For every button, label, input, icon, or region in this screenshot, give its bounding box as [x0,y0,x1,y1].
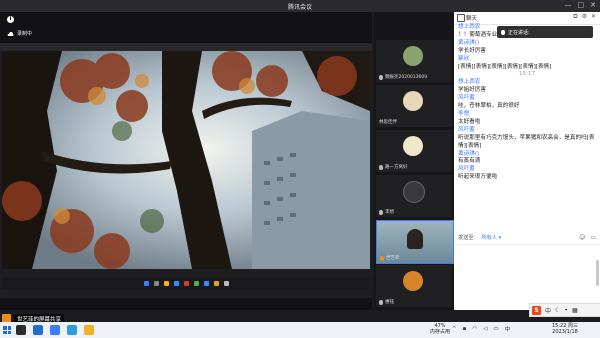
mic-muted-icon [379,74,383,80]
app-icon [203,280,209,286]
emoji-icon[interactable]: ☺ [579,234,585,241]
tray-app-icon[interactable]: ▪ [463,326,467,332]
recording-label: 录制中 [17,31,33,37]
avatar [403,91,423,111]
ime-mode[interactable]: 中 [545,306,551,315]
chevron-up-icon[interactable]: ^ [452,326,457,332]
mic-muted-icon [379,299,383,305]
start-button[interactable] [3,326,11,334]
cloud-record-icon [7,31,14,36]
app-icon [183,280,189,286]
mic-muted-icon [379,209,383,215]
mic-muted-icon [379,164,383,170]
message-text: 听起来很万便啦 [458,174,498,181]
date: 2023/1/18 [552,329,578,335]
message-sender: 黄诗琪() [458,39,480,46]
participant-tile[interactable]: 路一方窝好 [376,130,452,172]
battery-icon[interactable]: ▭ [493,326,498,332]
participant-name: 林思佳伴 [379,120,397,125]
maximize-button[interactable]: □ [578,1,585,9]
popout-icon[interactable]: ⧉ [573,13,577,21]
settings-icon[interactable]: ⚙ [582,13,587,21]
clock[interactable]: 15:22 周三 2023/1/18 [552,323,578,335]
participant-tile[interactable]: 李想 [376,175,452,217]
app-icon[interactable] [50,325,60,335]
message-sender: 风吓蓄 [458,126,475,133]
person-silhouette [407,229,423,249]
participant-tile[interactable]: 惠钰 [376,265,452,307]
avatar [403,271,423,291]
participant-tile-speaking[interactable]: 世艺菲 [376,220,454,264]
mic-icon[interactable]: • [564,307,568,314]
system-tray: ^ ▪ ◠ ◁ ▭ 中 [452,325,510,333]
wifi-icon[interactable]: ◠ [472,326,477,332]
folder-icon[interactable] [84,325,94,335]
app-icon [213,280,219,286]
message-sender: 风吓蓄 [458,95,475,102]
edge-icon [173,280,179,286]
message-sender: 李想 [458,110,470,117]
send-target: 发送至: 所有人 ▾ [458,234,501,241]
meeting-app-icon[interactable] [33,325,43,335]
minimize-button[interactable]: — [565,1,572,9]
mic-active-icon [380,255,384,261]
participant-name: 路一方窝好 [385,165,408,170]
message-text: 太好看啦 [458,118,481,125]
autumn-tree-photo [2,51,370,269]
participant-name: 世艺菲 [386,256,400,261]
info-icon[interactable]: i [7,16,14,23]
chat-title: 聊天 [466,16,478,22]
close-button[interactable]: ✕ [590,1,596,9]
avatar [403,136,423,156]
avatar [403,46,423,66]
search-icon [153,280,159,286]
send-to-dropdown[interactable]: 所有人 ▾ [481,234,501,241]
window-controls: — □ ✕ [565,1,597,9]
message-text: [表情][表情][表情][表情][表情][表情] [458,63,552,70]
edge-icon[interactable] [67,325,77,335]
message-sender: 蔡欣 [458,55,470,62]
moon-icon[interactable]: ☾ [555,307,560,314]
speaking-label: 正在讲话: [508,29,530,36]
app-icon [223,280,229,286]
shared-window-titlebar [0,43,372,51]
ime-indicator-icon[interactable]: 中 [505,325,511,333]
shared-screen-taskbar [2,277,370,289]
participant-name: 魏振宪2020013609 [385,75,428,80]
message-text: 学姐好厉害 [458,87,486,94]
search-icon[interactable] [16,325,26,335]
windows-icon [143,280,149,286]
avatar [403,181,425,203]
recording-indicator[interactable]: 录制中 [7,30,32,37]
message-text: 听说那里有巧克力馒头，苹果猪和农高会，是真的吗[表情][表情] [458,134,595,149]
memory-label: 内存占用 [430,329,451,335]
mic-icon [501,29,505,35]
app-title: 腾讯会议 [287,4,312,11]
participant-name: 李想 [385,210,394,215]
message-text: 有蒸有滴 [458,158,481,165]
sogou-icon: S [532,305,541,315]
ime-toolbar[interactable]: S 中 ☾ • ▦ [529,303,600,317]
message-text: 学长好厉害 [458,47,486,54]
participant-name: 惠钰 [385,300,394,305]
message-text: 哇，苍林翠柏，真的很好 [458,103,520,110]
close-chat-icon[interactable]: ✕ [591,13,596,21]
scrollbar[interactable] [596,260,599,286]
keyboard-icon[interactable]: ▦ [572,307,578,314]
shared-video [2,51,370,269]
volume-icon[interactable]: ◁ [483,326,487,332]
chat-icon [457,14,465,22]
image-icon[interactable]: ▭ [590,234,596,241]
participant-tile[interactable]: 林思佳伴 [376,85,452,127]
chat-input[interactable] [454,244,600,305]
folder-icon [163,280,169,286]
speaking-banner: 正在讲话: [497,26,593,38]
app-icon [193,280,199,286]
chat-messages: 想上西农 ！！葡萄酒专业！！！ 黄诗琪() 学长好厉害 蔡欣 [表情][表情][… [458,24,596,182]
taskbar-apps [16,325,94,335]
participant-tile[interactable]: 魏振宪2020013609 [376,40,452,82]
participant-list: 魏振宪2020013609 林思佳伴 路一方窝好 李想 世艺菲 惠钰 [374,12,454,310]
send-to-label: 发送至: [458,235,476,241]
memory-indicator[interactable]: 47% 内存占用 [430,323,450,335]
